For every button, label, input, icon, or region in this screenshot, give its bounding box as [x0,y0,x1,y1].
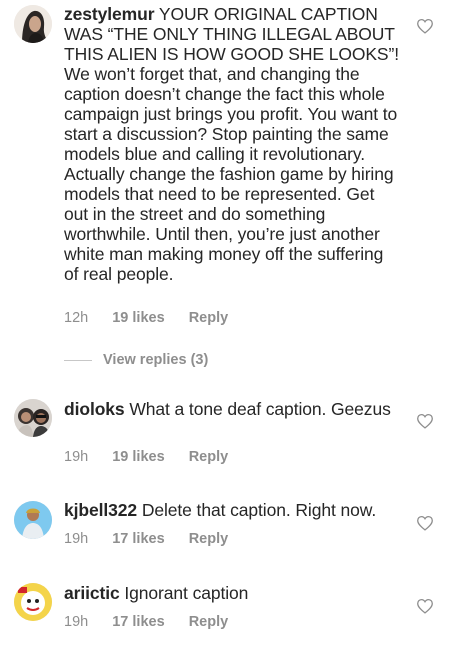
comment-meta: 19h 17 likes Reply [64,614,248,630]
likes-count[interactable]: 19 likes [112,449,164,465]
avatar[interactable] [14,399,52,437]
heart-icon[interactable] [416,598,434,614]
comment-time: 19h [64,531,89,547]
heart-icon[interactable] [416,515,434,531]
avatar[interactable] [14,5,52,43]
comment-time: 12h [64,310,89,326]
comment-dioloks: dioloks What a tone deaf caption. Geezus… [0,395,458,475]
reply-button[interactable]: Reply [189,449,229,465]
username[interactable]: ariictic [64,583,120,603]
comment-body: Ignorant caption [124,583,249,603]
heart-icon[interactable] [416,413,434,429]
comment-meta: 12h 19 likes Reply [64,310,248,326]
comment-text: dioloks What a tone deaf caption. Geezus [64,399,400,419]
comment-text: kjbell322 Delete that caption. Right now… [64,500,400,520]
comment-time: 19h [64,614,89,630]
username[interactable]: kjbell322 [64,500,137,520]
comment-meta: 19h 17 likes Reply [64,531,248,547]
comment-zestylemur: zestylemur YOUR ORIGINAL CAPTION WAS “TH… [0,0,458,340]
replies-divider [64,360,92,361]
comment-body: What a tone deaf caption. Geezus [129,399,391,419]
view-replies-button[interactable]: View replies (3) [103,352,208,368]
likes-count[interactable]: 17 likes [112,614,164,630]
comment-body: Delete that caption. Right now. [141,500,377,520]
comment-text: zestylemur YOUR ORIGINAL CAPTION WAS “TH… [64,4,400,284]
comment-meta: 19h 19 likes Reply [64,449,248,465]
reply-button[interactable]: Reply [189,614,229,630]
comment-body: YOUR ORIGINAL CAPTION WAS “THE ONLY THIN… [64,4,399,284]
comment-text: ariictic Ignorant caption [64,583,400,603]
likes-count[interactable]: 19 likes [112,310,164,326]
comment-time: 19h [64,449,89,465]
avatar[interactable] [14,583,52,621]
username[interactable]: dioloks [64,399,125,419]
reply-button[interactable]: Reply [189,531,229,547]
username[interactable]: zestylemur [64,4,155,24]
likes-count[interactable]: 17 likes [112,531,164,547]
comment-ariictic: ariictic Ignorant caption 19h 17 likes R… [0,580,458,640]
comment-kjbell322: kjbell322 Delete that caption. Right now… [0,497,458,557]
reply-button[interactable]: Reply [189,310,229,326]
heart-icon[interactable] [416,18,434,34]
avatar[interactable] [14,501,52,539]
